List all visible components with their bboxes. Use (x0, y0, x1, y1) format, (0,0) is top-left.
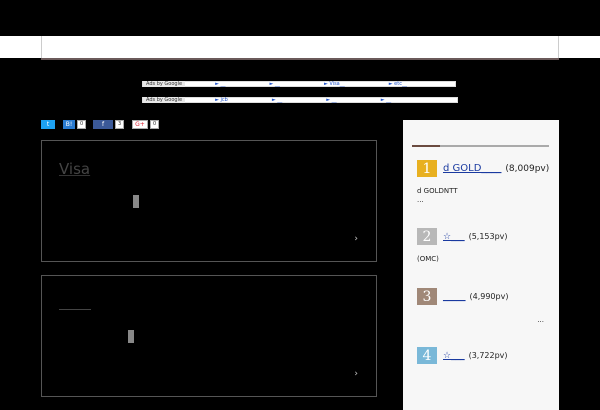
ad-link[interactable]: ► Visa__ (324, 81, 345, 87)
article-card[interactable]: › (41, 275, 377, 397)
twitter-icon[interactable]: t (41, 120, 55, 129)
ranking-pageviews: (4,990pv) (469, 292, 509, 301)
ad-link[interactable]: ► __ (215, 81, 225, 87)
ranking-pageviews: (3,722pv) (468, 351, 508, 360)
article-title-underline (59, 309, 91, 310)
ranking-link[interactable]: d GOLD____ (443, 163, 501, 174)
facebook-icon[interactable]: f (93, 120, 113, 129)
rank-2-badge-icon: 2 (417, 228, 437, 245)
hatena-icon[interactable]: B! (63, 120, 75, 129)
article-title[interactable]: Visa (59, 160, 90, 178)
ranking-item[interactable]: 1 d GOLD____ (8,009pv) (417, 160, 549, 177)
googleplus-share[interactable]: G+ 0 (132, 120, 160, 129)
article-thumbnail[interactable] (133, 195, 139, 208)
ranking-description: d GOLDNTT ... (417, 187, 458, 205)
ad-link[interactable]: ► __ (272, 97, 282, 103)
hatena-count: 0 (77, 120, 87, 129)
article-card[interactable]: Visa › (41, 140, 377, 262)
ads-by-google-label[interactable]: Ads by Google (143, 81, 186, 87)
ad-bar-bottom: Ads by Google ► jcb ► __ ► __ ► __ (142, 97, 458, 103)
header-inner (41, 36, 559, 58)
hatena-share[interactable]: B! 0 (63, 120, 87, 129)
rank-3-badge-icon: 3 (417, 288, 437, 305)
ranking-link[interactable]: _____ (443, 292, 466, 302)
ad-bar-top: Ads by Google ► __ ► __ ► Visa__ ► etc__ (142, 81, 456, 87)
ranking-item[interactable]: 3 _____ (4,990pv) (417, 288, 508, 305)
ranking-description-line: d GOLDNTT (417, 187, 458, 195)
ranking-item[interactable]: 4 ☆___ (3,722pv) (417, 347, 508, 364)
ad-link[interactable]: ► __ (381, 97, 391, 103)
ad-link[interactable]: ► __ (270, 81, 280, 87)
ranking-description: (OMC) (417, 255, 439, 264)
ranking-link[interactable]: ☆___ (443, 351, 465, 361)
facebook-share[interactable]: f 3 (93, 120, 125, 129)
article-thumbnail[interactable] (128, 330, 134, 343)
ranking-description-line: (OMC) (417, 255, 439, 263)
ranking-description: ... (537, 316, 544, 324)
top-bar (0, 0, 600, 36)
facebook-count: 3 (115, 120, 125, 129)
ad-link[interactable]: ► jcb (215, 97, 228, 103)
rank-1-badge-icon: 1 (417, 160, 437, 177)
googleplus-icon[interactable]: G+ (132, 120, 148, 129)
chevron-right-icon[interactable]: › (354, 234, 358, 244)
ranking-description-line: ... (417, 196, 424, 204)
googleplus-count: 0 (150, 120, 160, 129)
sidebar-ranking: 1 d GOLD____ (8,009pv) d GOLDNTT ... 2 ☆… (403, 120, 559, 410)
sidebar-divider-accent (412, 145, 440, 147)
rank-4-badge-icon: 4 (417, 347, 437, 364)
chevron-right-icon[interactable]: › (354, 369, 358, 379)
ranking-item[interactable]: 2 ☆___ (5,153pv) (417, 228, 508, 245)
header-divider (41, 58, 559, 60)
ads-by-google-label[interactable]: Ads by Google (143, 97, 186, 103)
twitter-share[interactable]: t (41, 120, 55, 129)
ad-link[interactable]: ► etc__ (389, 81, 407, 87)
ranking-link[interactable]: ☆___ (443, 232, 465, 242)
ranking-pageviews: (5,153pv) (468, 232, 508, 241)
ad-link[interactable]: ► __ (326, 97, 336, 103)
ranking-pageviews: (8,009pv) (505, 163, 550, 174)
